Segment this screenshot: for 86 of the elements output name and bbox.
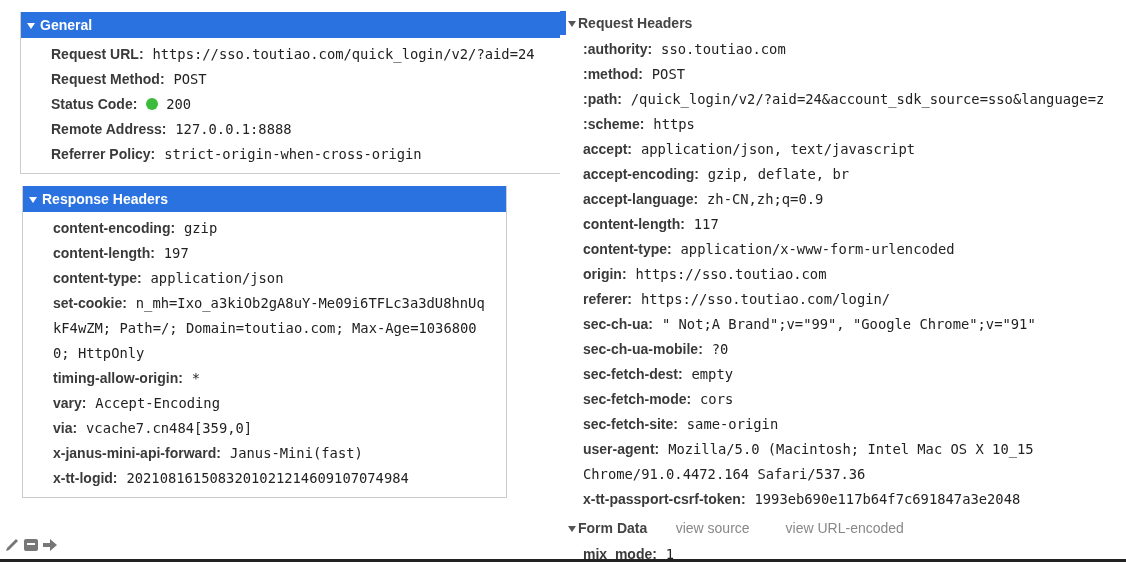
header-value: Janus-Mini(fast) [229, 445, 363, 461]
header-value: /quick_login/v2/?aid=24&account_sdk_source=sso&language=z [630, 91, 1105, 107]
header-value: same-origin [686, 416, 779, 432]
header-name: :scheme: [583, 116, 645, 132]
header-value: application/json, text/javascript [640, 141, 916, 157]
section-title: General [40, 17, 93, 33]
section-header[interactable]: Form Data [560, 516, 648, 540]
pencil-icon[interactable] [4, 537, 20, 553]
header-value: Chrome/91.0.4472.164 Safari/537.36 [583, 466, 866, 482]
header-value: 200 [166, 96, 192, 112]
view-link[interactable]: view source [675, 520, 750, 536]
header-name: vary: [53, 395, 87, 411]
section-title: Request Headers [578, 15, 693, 31]
section-header[interactable]: General [21, 12, 560, 38]
header-value: empty [691, 366, 734, 382]
header-value: application/json [150, 270, 284, 286]
header-name: :path: [583, 91, 622, 107]
header-value: * [191, 370, 201, 386]
header-value: Mozilla/5.0 (Macintosh; Intel Mac OS X 10_15 [668, 441, 1034, 457]
header-value: vcache7.cn484[359,0] [86, 420, 253, 436]
header-value: 1 [665, 546, 675, 562]
header-name: content-length: [583, 216, 685, 232]
header-name: :authority: [583, 41, 653, 57]
section-header[interactable]: Response Headers [23, 186, 506, 212]
arrow-icon[interactable] [42, 538, 58, 552]
header-value: gzip, deflate, br [707, 166, 849, 182]
view-link[interactable]: view URL-encoded [785, 520, 904, 536]
section-title: Form Data [578, 520, 648, 536]
header-name: user-agent: [583, 441, 660, 457]
header-value: 2021081615083201021214609107074984 [126, 470, 409, 486]
header-name: sec-ch-ua: [583, 316, 654, 332]
header-value: https://sso.toutiao.com/login/ [640, 291, 891, 307]
header-value: kF4wZM; Path=/; Domain=toutiao.com; Max-Age=1036800 [53, 320, 477, 336]
header-name: content-type: [53, 270, 142, 286]
header-name: accept: [583, 141, 633, 157]
header-value: " Not;A Brand";v="99", "Google Chrome";v="91" [661, 316, 1036, 332]
header-value: 197 [163, 245, 189, 261]
header-value: cors [700, 391, 734, 407]
header-value: zh-CN,zh;q=0.9 [707, 191, 824, 207]
header-value: 1993eb690e117b64f7c691847a3e2048 [754, 491, 1021, 507]
header-value: ?0 [711, 341, 729, 357]
caret-icon [29, 197, 37, 203]
header-value: Accept-Encoding [95, 395, 220, 411]
header-name: Referrer Policy: [51, 146, 156, 162]
header-name: accept-language: [583, 191, 699, 207]
header-value: n_mh=Ixo_a3kiOb2gA8uY-Me09i6TFLc3a3dU8hnUq [135, 295, 485, 311]
header-name: x-tt-logid: [53, 470, 118, 486]
caret-icon [568, 21, 576, 27]
header-name: accept-encoding: [583, 166, 699, 182]
section-header[interactable]: Request Headers [560, 11, 1126, 35]
header-name: content-length: [53, 245, 155, 261]
header-value: POST [173, 71, 207, 87]
header-name: Status Code: [51, 96, 138, 112]
header-name: :method: [583, 66, 643, 82]
header-value: gzip [184, 220, 218, 236]
header-name: sec-fetch-site: [583, 416, 678, 432]
header-name: sec-fetch-dest: [583, 366, 683, 382]
header-name: content-type: [583, 241, 672, 257]
header-name: mix_mode: [583, 546, 657, 562]
header-value: 117 [693, 216, 719, 232]
header-value: sso.toutiao.com [661, 41, 786, 57]
section-title: Response Headers [42, 191, 169, 207]
header-name: via: [53, 420, 78, 436]
header-value: https://sso.toutiao.com/quick_login/v2/?aid=24 [152, 46, 535, 62]
header-value: 0; HttpOnly [53, 345, 145, 361]
header-value: 127.0.0.1:8888 [175, 121, 292, 137]
header-value: https://sso.toutiao.com [635, 266, 827, 282]
header-name: sec-fetch-mode: [583, 391, 692, 407]
header-name: sec-ch-ua-mobile: [583, 341, 703, 357]
header-name: Remote Address: [51, 121, 167, 137]
caret-icon [568, 526, 576, 532]
header-value: https [653, 116, 695, 132]
header-name: origin: [583, 266, 627, 282]
header-value: strict-origin-when-cross-origin [164, 146, 422, 162]
header-name: x-tt-passport-csrf-token: [583, 491, 746, 507]
header-name: set-cookie: [53, 295, 127, 311]
header-name: x-janus-mini-api-forward: [53, 445, 221, 461]
header-name: content-encoding: [53, 220, 176, 236]
header-name: referer: [583, 291, 633, 307]
caret-icon [27, 23, 35, 29]
header-value: application/x-www-form-urlencoded [680, 241, 955, 257]
header-name: timing-allow-origin: [53, 370, 183, 386]
header-value: POST [651, 66, 685, 82]
header-name: Request URL: [51, 46, 144, 62]
header-name: Request Method: [51, 71, 165, 87]
message-icon[interactable] [23, 538, 39, 552]
